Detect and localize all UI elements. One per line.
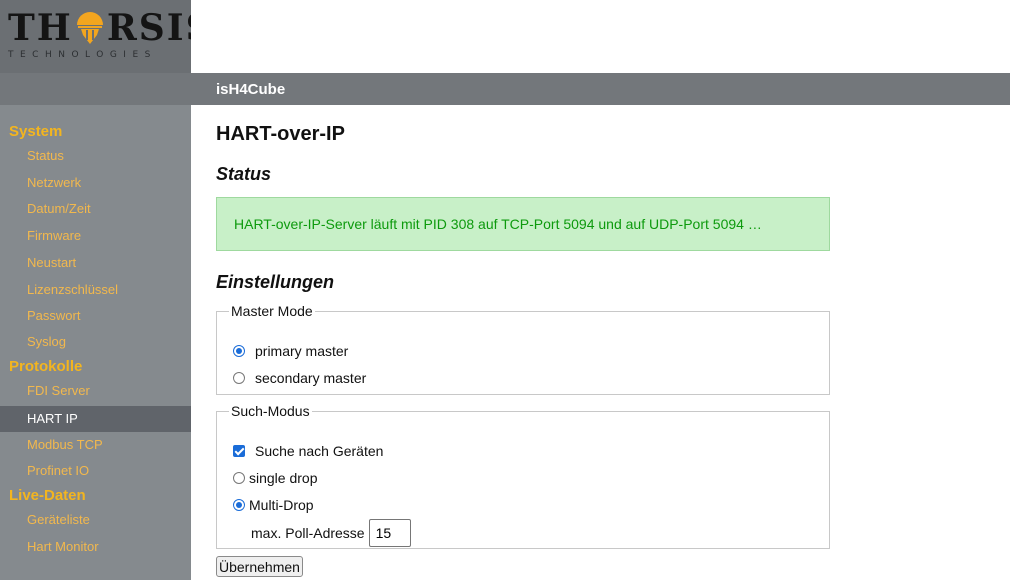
nav-item-datum-zeit[interactable]: Datum/Zeit	[0, 196, 191, 222]
poll-address-row: max. Poll-Adresse	[251, 519, 411, 547]
nav-section-live-daten: Live-Daten	[9, 487, 86, 504]
poll-address-label: max. Poll-Adresse	[251, 525, 365, 541]
secondary-master-radio[interactable]	[233, 372, 245, 384]
nav-item-lizenzschluessel[interactable]: Lizenzschlüssel	[0, 277, 191, 303]
top-bar: isH4Cube	[0, 73, 1010, 105]
nav-item-status[interactable]: Status	[0, 143, 191, 169]
nav-item-fdi-server[interactable]: FDI Server	[0, 378, 191, 404]
search-mode-legend: Such-Modus	[231, 403, 310, 419]
primary-master-option[interactable]: primary master	[233, 343, 348, 359]
shield-emblem-icon	[75, 11, 105, 45]
nav-item-syslog[interactable]: Syslog	[0, 329, 191, 355]
multi-drop-radio[interactable]	[233, 499, 245, 511]
logo-text-left: TH	[8, 7, 73, 49]
apply-button[interactable]: Übernehmen	[216, 556, 303, 577]
sidebar-nav: System Status Netzwerk Datum/Zeit Firmwa…	[0, 105, 191, 580]
multi-drop-option[interactable]: Multi-Drop	[233, 497, 314, 513]
secondary-master-option[interactable]: secondary master	[233, 370, 366, 386]
search-devices-label: Suche nach Geräten	[255, 443, 384, 459]
search-mode-fieldset: Such-Modus Suche nach Geräten single dro…	[216, 403, 830, 549]
nav-section-system: System	[9, 123, 63, 140]
multi-drop-label: Multi-Drop	[249, 497, 314, 513]
nav-item-netzwerk[interactable]: Netzwerk	[0, 170, 191, 196]
search-devices-option[interactable]: Suche nach Geräten	[233, 443, 383, 459]
nav-item-hart-ip[interactable]: HART IP	[0, 406, 191, 432]
single-drop-option[interactable]: single drop	[233, 470, 318, 486]
single-drop-radio[interactable]	[233, 472, 245, 484]
nav-item-modbus-tcp[interactable]: Modbus TCP	[0, 432, 191, 458]
logo-tagline: TECHNOLOGIES	[8, 50, 157, 60]
nav-item-passwort[interactable]: Passwort	[0, 303, 191, 329]
nav-item-neustart[interactable]: Neustart	[0, 250, 191, 276]
search-devices-checkbox[interactable]	[233, 445, 245, 457]
master-mode-fieldset: Master Mode primary master secondary mas…	[216, 303, 830, 395]
primary-master-label: primary master	[255, 343, 349, 359]
nav-item-firmware[interactable]: Firmware	[0, 223, 191, 249]
primary-master-radio[interactable]	[233, 345, 245, 357]
logo-wordmark: TH RSIS	[8, 10, 214, 46]
device-name: isH4Cube	[216, 81, 286, 98]
nav-item-profinet-io[interactable]: Profinet IO	[0, 458, 191, 484]
status-message: HART-over-IP-Server läuft mit PID 308 au…	[216, 197, 830, 251]
nav-item-hart-monitor[interactable]: Hart Monitor	[0, 534, 191, 560]
nav-section-protokolle: Protokolle	[9, 358, 83, 375]
nav-item-geraeteliste[interactable]: Geräteliste	[0, 507, 191, 533]
logo: TH RSIS TECHNOLOGIES	[0, 0, 212, 73]
poll-address-input[interactable]	[368, 519, 411, 547]
secondary-master-label: secondary master	[255, 370, 367, 386]
status-heading: Status	[216, 164, 272, 184]
master-mode-legend: Master Mode	[231, 303, 313, 319]
single-drop-label: single drop	[249, 470, 318, 486]
settings-heading: Einstellungen	[216, 272, 335, 292]
header-area	[191, 0, 1010, 74]
page-title: HART-over-IP	[216, 123, 345, 145]
